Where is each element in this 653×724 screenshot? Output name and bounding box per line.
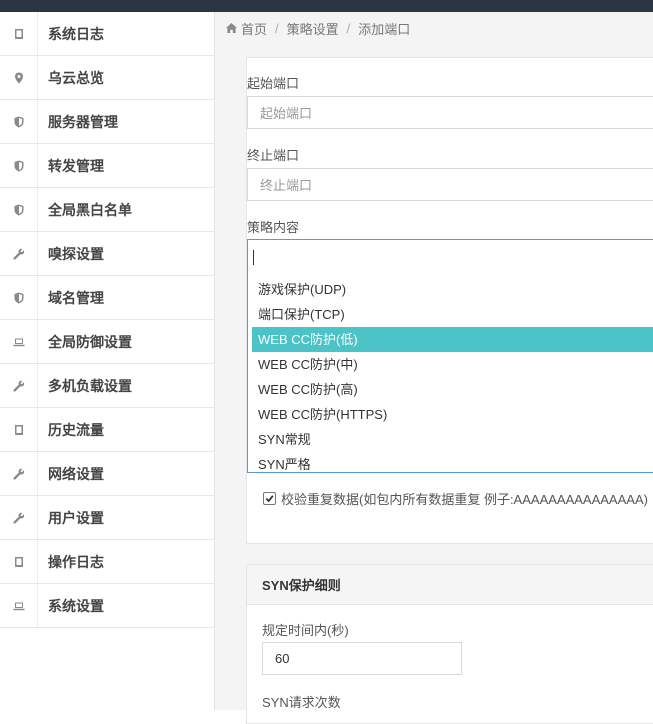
sidebar-item[interactable]: 乌云总览 xyxy=(0,56,214,100)
sidebar-item[interactable]: 网络设置 xyxy=(0,452,214,496)
start-port-input[interactable]: 起始端口 xyxy=(247,96,653,129)
policy-search-input[interactable] xyxy=(248,240,653,275)
laptop-icon xyxy=(0,584,38,627)
checkmark-icon xyxy=(265,495,274,503)
sidebar-item-label: 全局黑白名单 xyxy=(48,201,132,218)
book-icon xyxy=(0,12,38,55)
policy-option[interactable]: WEB CC防护(低) xyxy=(252,327,653,352)
policy-option[interactable]: WEB CC防护(高) xyxy=(252,377,653,402)
sidebar-item[interactable]: 操作日志 xyxy=(0,540,214,584)
shield-icon xyxy=(0,100,38,143)
start-port-label: 起始端口 xyxy=(247,76,300,91)
sidebar-item-label: 转发管理 xyxy=(48,157,104,174)
sidebar-item-label: 系统设置 xyxy=(48,597,104,614)
sidebar-item-label: 历史流量 xyxy=(48,421,104,438)
breadcrumb-current: 添加端口 xyxy=(358,21,411,37)
port-form-panel: 起始端口 起始端口 终止端口 终止端口 策略内容 游戏保护(UDP) 端口保护(T… xyxy=(246,57,653,544)
sidebar-item-label: 域名管理 xyxy=(48,289,104,306)
home-icon xyxy=(226,21,241,36)
check-duplicate-checkbox[interactable] xyxy=(263,492,276,505)
policy-select-dropdown[interactable]: 游戏保护(UDP) 端口保护(TCP) WEB CC防护(低) WEB CC防护(中)… xyxy=(247,239,653,473)
syn-time-input[interactable]: 60 xyxy=(262,642,462,675)
end-port-input[interactable]: 终止端口 xyxy=(247,168,653,201)
sidebar-item[interactable]: 全局黑白名单 xyxy=(0,188,214,232)
sidebar-item-label: 系统日志 xyxy=(48,25,104,42)
breadcrumb-home-link[interactable]: 首页 xyxy=(241,19,267,38)
sidebar-item-label: 乌云总览 xyxy=(48,69,104,86)
syn-time-label: 规定时间内(秒) xyxy=(262,623,349,638)
sidebar-item[interactable]: 用户设置 xyxy=(0,496,214,540)
wrench-icon xyxy=(0,496,38,539)
syn-rules-title: SYN保护细则 xyxy=(247,565,653,605)
sidebar-item[interactable]: 嗅探设置 xyxy=(0,232,214,276)
sidebar: 系统日志乌云总览服务器管理转发管理全局黑白名单 嗅探设置域名管理全局防御设置 多机负… xyxy=(0,12,215,710)
book-icon xyxy=(0,540,38,583)
policy-option[interactable]: SYN严格 xyxy=(252,452,653,477)
main-content: 首页 / 策略设置 / 添加端口 起始端口 起始端口 终止端口 终止端口 策略内… xyxy=(215,12,653,724)
policy-option[interactable]: SYN常规 xyxy=(252,427,653,452)
sidebar-item[interactable]: 服务器管理 xyxy=(0,100,214,144)
sidebar-item-label: 嗅探设置 xyxy=(48,245,104,262)
policy-option[interactable]: WEB CC防护(HTTPS) xyxy=(252,402,653,427)
top-navbar xyxy=(0,0,653,12)
sidebar-item-label: 操作日志 xyxy=(48,553,104,570)
sidebar-item-label: 网络设置 xyxy=(48,465,104,482)
policy-option[interactable]: 游戏保护(UDP) xyxy=(252,277,653,302)
sidebar-item-label: 服务器管理 xyxy=(48,113,118,130)
sidebar-item[interactable]: 域名管理 xyxy=(0,276,214,320)
map-marker-icon xyxy=(0,56,38,99)
text-caret xyxy=(253,250,254,265)
breadcrumb: 首页 / 策略设置 / 添加端口 xyxy=(215,12,653,44)
sidebar-item[interactable]: 系统日志 xyxy=(0,12,214,56)
shield-icon xyxy=(0,144,38,187)
sidebar-item[interactable]: 历史流量 xyxy=(0,408,214,452)
wrench-icon xyxy=(0,364,38,407)
shield-icon xyxy=(0,276,38,319)
policy-label: 策略内容 xyxy=(247,220,300,235)
wrench-icon xyxy=(0,232,38,275)
sidebar-item[interactable]: 全局防御设置 xyxy=(0,320,214,364)
sidebar-item[interactable]: 转发管理 xyxy=(0,144,214,188)
breadcrumb-policy-link[interactable]: 策略设置 xyxy=(287,19,339,38)
sidebar-item-label: 用户设置 xyxy=(48,509,104,526)
syn-count-label: SYN请求次数 xyxy=(262,695,341,710)
sidebar-item-label: 全局防御设置 xyxy=(48,333,132,350)
check-duplicate-label: 校验重复数据(如包内所有数据重复 例子:AAAAAAAAAAAAAAA) xyxy=(281,492,648,507)
shield-icon xyxy=(0,188,38,231)
policy-options-list: 游戏保护(UDP) 端口保护(TCP) WEB CC防护(低) WEB CC防护(中)… xyxy=(252,277,653,477)
sidebar-item[interactable]: 多机负载设置 xyxy=(0,364,214,408)
syn-rules-panel: SYN保护细则 规定时间内(秒) 60 SYN请求次数 xyxy=(246,564,653,724)
breadcrumb-separator: / xyxy=(275,20,279,36)
policy-option[interactable]: WEB CC防护(中) xyxy=(252,352,653,377)
sidebar-item[interactable]: 系统设置 xyxy=(0,584,214,628)
book-icon xyxy=(0,408,38,451)
policy-option[interactable]: 端口保护(TCP) xyxy=(252,302,653,327)
check-duplicate-row[interactable]: 校验重复数据(如包内所有数据重复 例子:AAAAAAAAAAAAAAA) xyxy=(263,489,648,508)
end-port-label: 终止端口 xyxy=(247,148,300,163)
breadcrumb-separator: / xyxy=(346,20,351,36)
laptop-icon xyxy=(0,320,38,363)
sidebar-item-label: 多机负载设置 xyxy=(48,377,132,394)
wrench-icon xyxy=(0,452,38,495)
